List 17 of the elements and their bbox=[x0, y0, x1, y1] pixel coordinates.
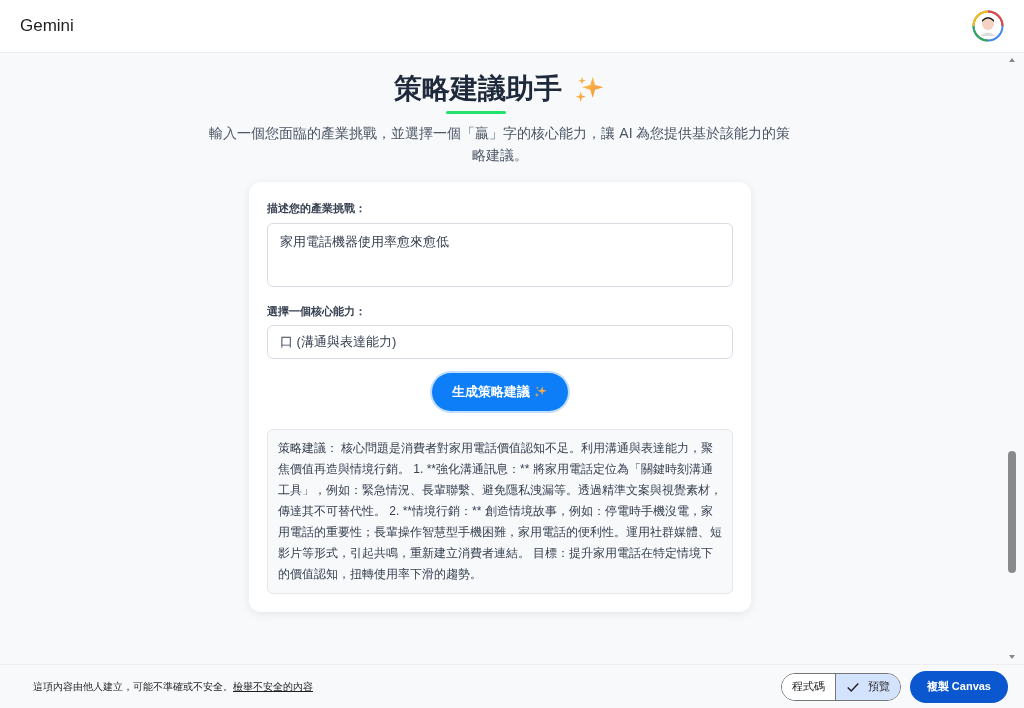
field-label: 描述您的產業挑戰： bbox=[267, 201, 367, 216]
app-title: Gemini bbox=[20, 15, 74, 38]
report-link[interactable]: 檢舉不安全的內容 bbox=[233, 679, 313, 694]
sparkle-icon bbox=[534, 385, 548, 399]
generate-button[interactable]: 生成策略建議 bbox=[432, 373, 568, 411]
page-title: 策略建議助手 bbox=[394, 72, 562, 106]
challenge-input-field[interactable]: 家用電話機器使用率愈來愈低 bbox=[267, 222, 733, 287]
field-label: 選擇一個核心能力： bbox=[267, 303, 367, 319]
safety-notice: 這項內容由他人建立，可能不準確或不安全。 bbox=[33, 680, 233, 694]
avatar-icon[interactable] bbox=[972, 10, 1004, 42]
strategy-result: 策略建議： 核心問題是消費者對家用電話價值認知不足。利用溝通與表達能力，聚焦價值再造與情境行銷。 1. **強化溝通訊息：** 將家用電話定位為「關鍵時刻溝通工具」，例如：緊急情況、長輩聯繫、避免隱私洩漏等。透過精準文案與視覺素材，傳達其不可替代性。 2. **情境行銷：** 創造情境故事，例如：停電時手機沒電，家用電話的重要性；長輩操作智慧型手機困難，家用電話的便利性。運用社群媒體、短影片等形式，引起共鳴，重新建立消費者連結。 目標：提升家用電話在特定情境下的價值認知，扭轉使用率下滑的趨勢。 bbox=[267, 429, 733, 594]
page-subtitle: 輸入一個您面臨的產業挑戰，並選擇一個「贏」字的核心能力，讓 AI 為您提供基於該能力的策略建議。 bbox=[208, 124, 792, 165]
view-tab[interactable]: 預覽 bbox=[834, 673, 900, 700]
title-underline bbox=[446, 111, 506, 114]
copy-canvas-button[interactable]: 複製 Canvas bbox=[909, 670, 1008, 703]
ability-select-field[interactable]: 口 (溝通與表達能力) bbox=[267, 325, 733, 359]
view-tab[interactable]: 程式碼 bbox=[781, 673, 835, 700]
